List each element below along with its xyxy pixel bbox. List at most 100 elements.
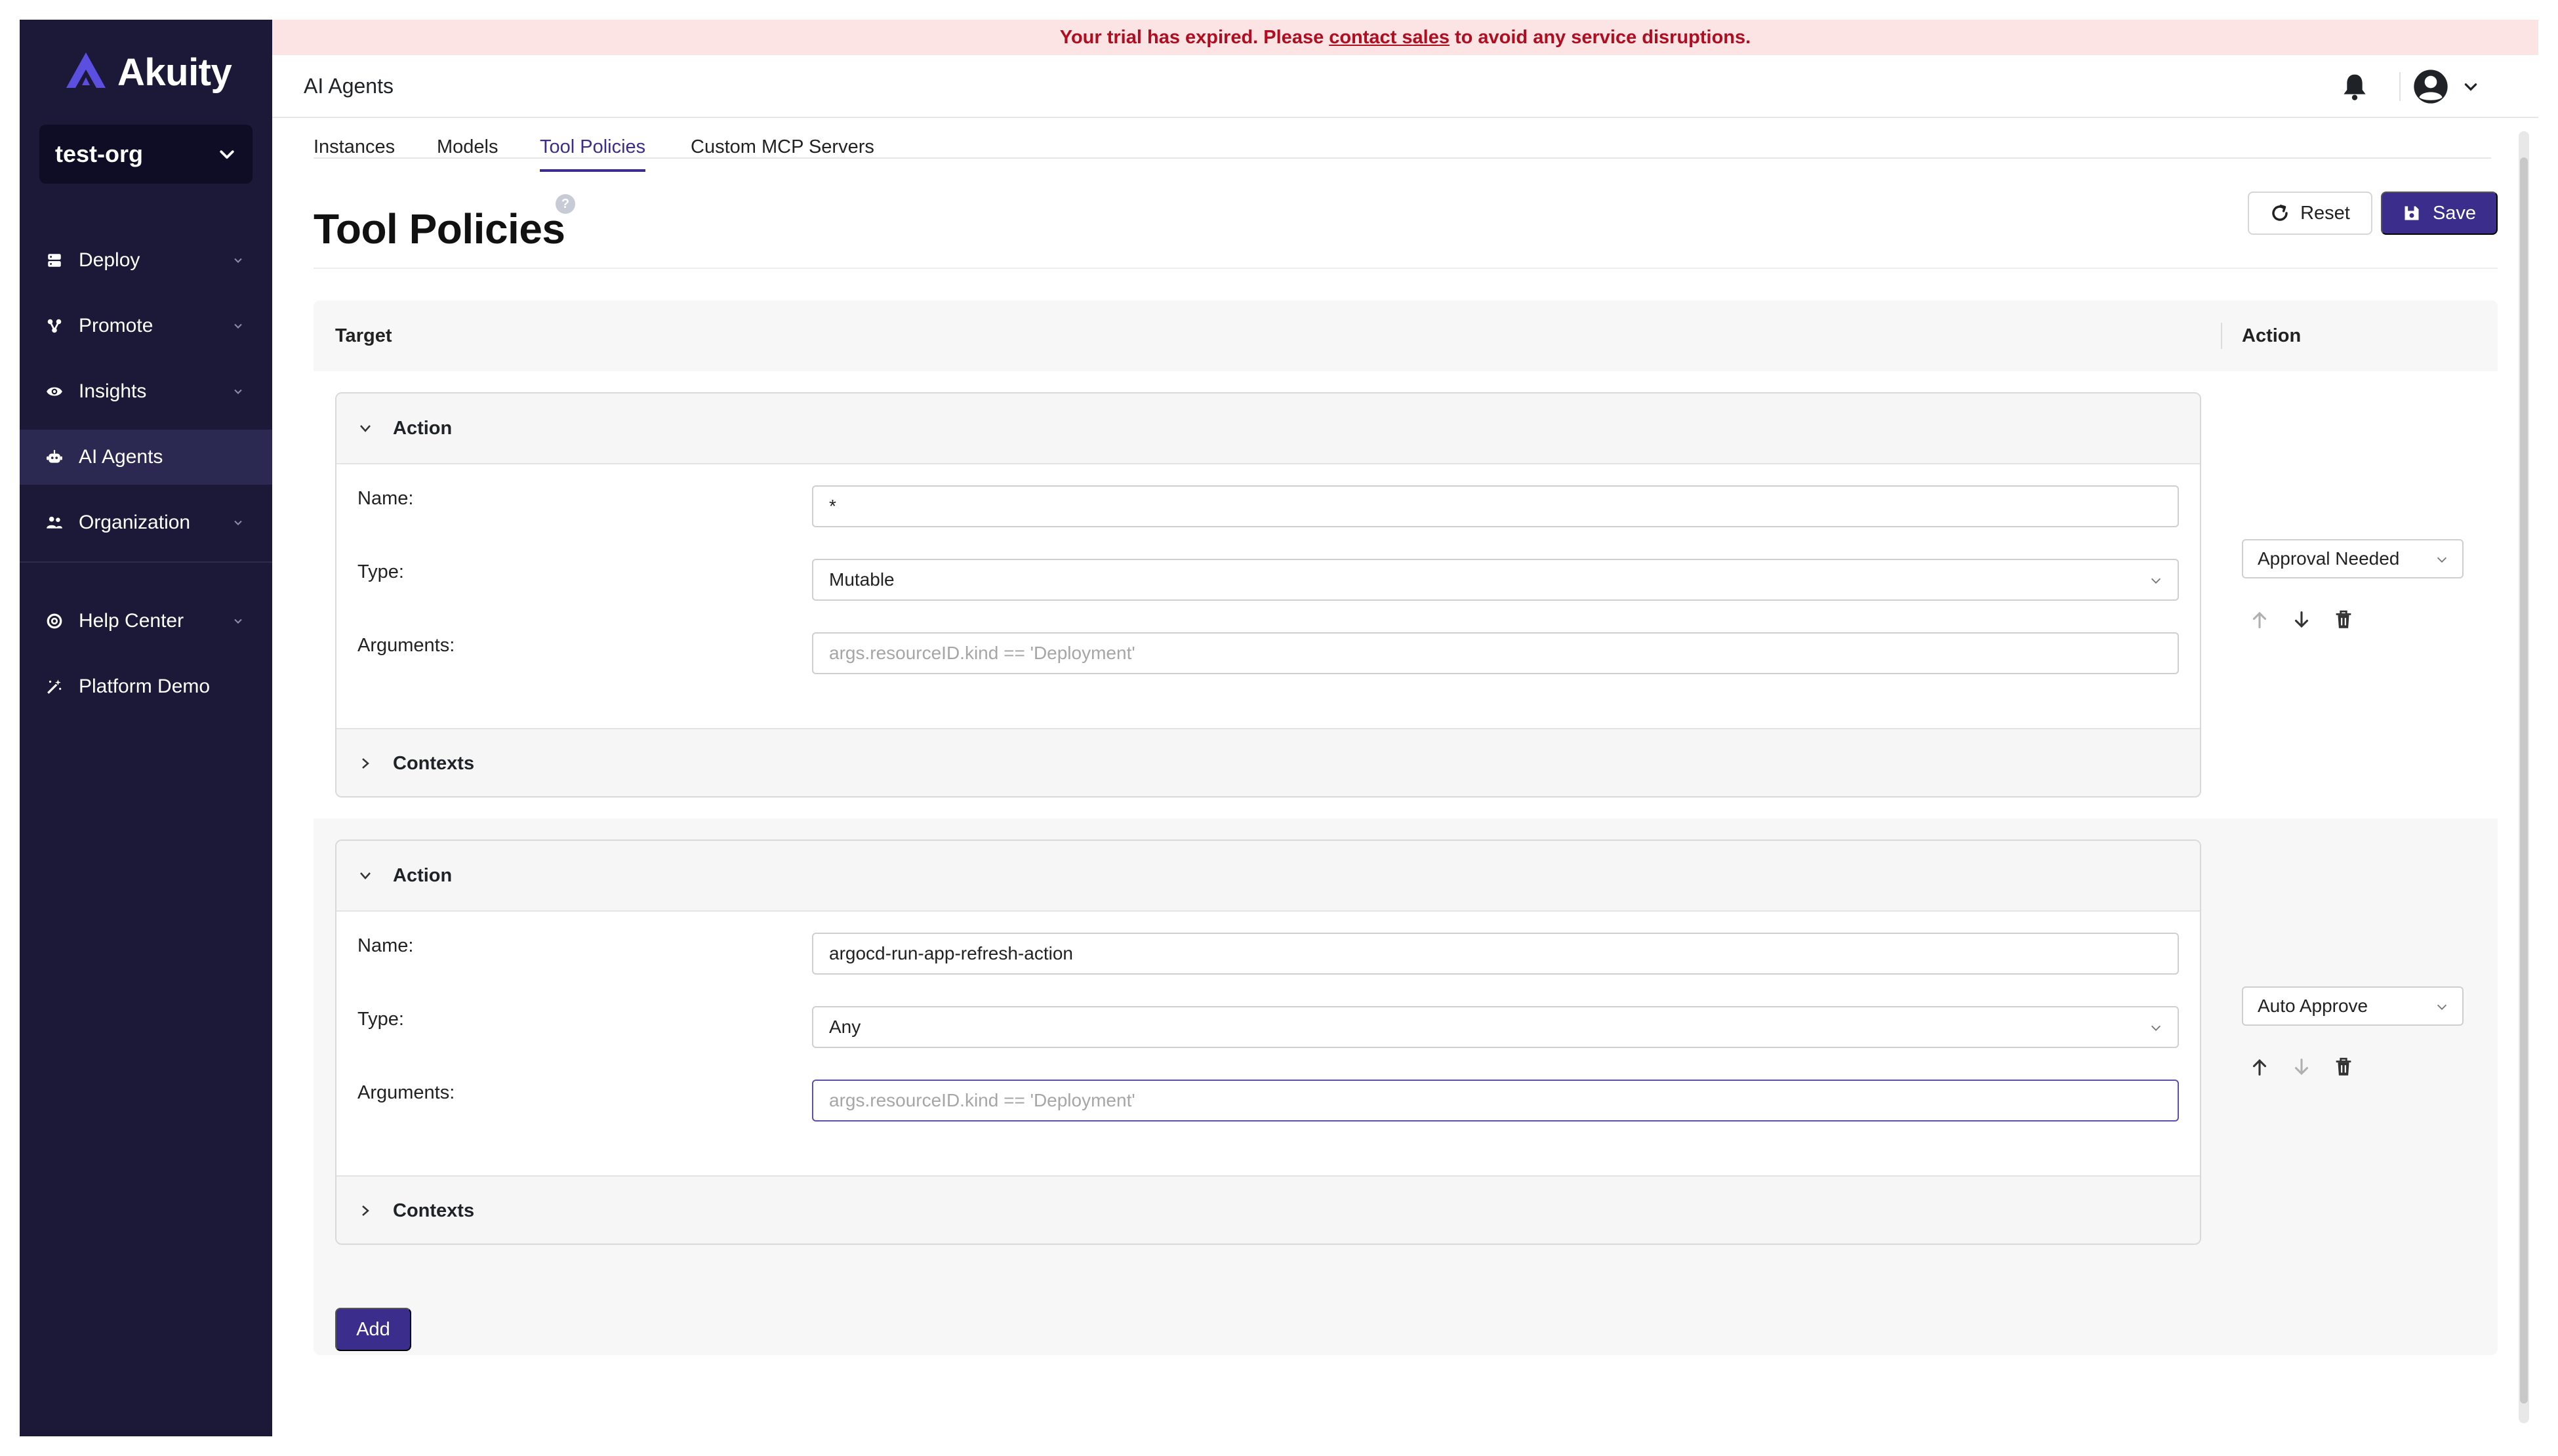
name-input[interactable]: * (812, 485, 2179, 527)
policy-card: Action Name: * Type: Mutable Arguments: … (335, 392, 2201, 798)
name-input-value: * (829, 496, 836, 516)
tab-models[interactable]: Models (437, 136, 498, 159)
lifebuoy-icon (46, 613, 63, 630)
chevron-down-icon (2151, 578, 2161, 584)
chevron-down-icon (360, 425, 371, 432)
robot-icon (46, 449, 63, 466)
tab-tool-policies[interactable]: Tool Policies (540, 136, 646, 172)
brand-logo[interactable]: Akuity (62, 46, 232, 98)
type-select[interactable]: Any (812, 1006, 2179, 1048)
action-select[interactable]: Auto Approve (2242, 986, 2464, 1026)
bell-icon[interactable] (2342, 72, 2368, 101)
sidebar-item-insights[interactable]: Insights (20, 364, 272, 419)
policy-header-label: Action (393, 417, 453, 439)
sidebar-item-label: Insights (79, 380, 147, 402)
org-name: test-org (55, 140, 143, 167)
chevron-down-icon (360, 872, 371, 880)
policy-action-header[interactable]: Action (336, 394, 2200, 464)
floppy-disk-icon (2405, 206, 2419, 220)
main-content: Your trial has expired. Please contact s… (272, 20, 2538, 1436)
trash-icon[interactable] (2332, 1056, 2355, 1078)
chevron-down-icon (2151, 1025, 2161, 1031)
type-select[interactable]: Mutable (812, 559, 2179, 601)
promote-icon (46, 317, 63, 334)
app-window: Akuity test-org Deploy Promote Insights … (20, 20, 2538, 1436)
chevron-down-icon (234, 323, 242, 329)
wand-icon (46, 678, 63, 695)
chevron-down-icon (234, 618, 242, 624)
type-select-value: Mutable (829, 569, 895, 590)
akuity-logo-icon (66, 52, 106, 88)
tab-custom-mcp-servers[interactable]: Custom MCP Servers (691, 136, 874, 159)
type-label: Type: (357, 561, 404, 582)
policy-action-header[interactable]: Action (336, 841, 2200, 912)
banner-text-after: to avoid any service disruptions. (1454, 26, 1751, 48)
table-row: Action Name: * Type: Mutable Arguments: … (314, 371, 2498, 819)
sidebar-item-promote[interactable]: Promote (20, 298, 272, 354)
sidebar-item-organization[interactable]: Organization (20, 495, 272, 550)
chevron-down-icon (234, 389, 242, 394)
policy-header-label: Action (393, 864, 453, 886)
page-title: Tool Policies (314, 205, 565, 253)
sidebar-item-platform-demo[interactable]: Platform Demo (20, 659, 272, 714)
org-switcher[interactable]: test-org (39, 125, 253, 184)
trash-icon[interactable] (2332, 609, 2355, 631)
policy-card: Action Name: argocd-run-app-refresh-acti… (335, 839, 2201, 1245)
help-icon[interactable]: ? (556, 194, 575, 214)
contexts-section[interactable]: Contexts (336, 728, 2200, 796)
sidebar-item-ai-agents[interactable]: AI Agents (20, 430, 272, 485)
reset-button[interactable]: Reset (2248, 192, 2372, 235)
type-select-value: Any (829, 1017, 861, 1037)
row-actions (2248, 1056, 2355, 1080)
sidebar-item-label: AI Agents (79, 446, 163, 468)
sidebar-item-label: Deploy (79, 249, 140, 271)
arguments-input[interactable]: args.resourceID.kind == 'Deployment' (812, 1080, 2179, 1122)
name-input[interactable]: argocd-run-app-refresh-action (812, 933, 2179, 975)
row-actions (2248, 609, 2355, 632)
column-header-action: Action (2242, 325, 2302, 346)
scrollbar-thumb[interactable] (2520, 157, 2528, 1404)
arrow-down-icon[interactable] (2290, 1056, 2313, 1078)
sidebar-item-deploy[interactable]: Deploy (20, 233, 272, 288)
top-bar: AI Agents (272, 55, 2538, 118)
arguments-input[interactable]: args.resourceID.kind == 'Deployment' (812, 632, 2179, 674)
chevron-down-icon (234, 258, 242, 263)
reset-button-label: Reset (2300, 202, 2350, 224)
arrow-up-icon[interactable] (2248, 1056, 2271, 1078)
chevron-down-icon (2464, 83, 2477, 91)
save-button-label: Save (2432, 202, 2477, 224)
chevron-right-icon (362, 758, 369, 769)
header-divider (314, 268, 2498, 269)
chevron-down-icon (2437, 1004, 2447, 1010)
name-input-value: argocd-run-app-refresh-action (829, 943, 1073, 963)
contexts-section[interactable]: Contexts (336, 1175, 2200, 1244)
brand-name: Akuity (117, 51, 232, 94)
column-header-target: Target (335, 325, 392, 346)
user-menu-button[interactable] (2412, 68, 2479, 105)
table-row: Action Name: argocd-run-app-refresh-acti… (314, 819, 2498, 1266)
eye-icon (46, 383, 63, 400)
topbar-separator (2399, 72, 2401, 101)
type-label: Type: (357, 1009, 404, 1030)
trial-banner: Your trial has expired. Please contact s… (272, 20, 2538, 55)
arguments-label: Arguments: (357, 1082, 455, 1103)
refresh-icon (2272, 205, 2288, 221)
contact-sales-link[interactable]: contact sales (1329, 27, 1450, 49)
top-bar-title: AI Agents (304, 73, 394, 98)
action-select-value: Approval Needed (2258, 548, 2400, 569)
save-button[interactable]: Save (2381, 192, 2498, 235)
vertical-scrollbar[interactable] (2519, 131, 2529, 1423)
sidebar-item-label: Promote (79, 315, 153, 336)
policies-table: Target Action Action Name: * Type: Mutab… (314, 300, 2498, 1355)
sidebar-item-help-center[interactable]: Help Center (20, 594, 272, 649)
add-policy-button[interactable]: Add (335, 1308, 411, 1351)
action-select[interactable]: Approval Needed (2242, 539, 2464, 578)
arrow-up-icon[interactable] (2248, 609, 2271, 631)
arrow-down-icon[interactable] (2290, 609, 2313, 631)
server-icon (46, 252, 63, 269)
sidebar: Akuity test-org Deploy Promote Insights … (20, 20, 272, 1436)
tab-instances[interactable]: Instances (314, 136, 395, 159)
chevron-down-icon (234, 520, 242, 525)
column-separator (2221, 323, 2222, 349)
arguments-placeholder: args.resourceID.kind == 'Deployment' (829, 643, 1135, 663)
